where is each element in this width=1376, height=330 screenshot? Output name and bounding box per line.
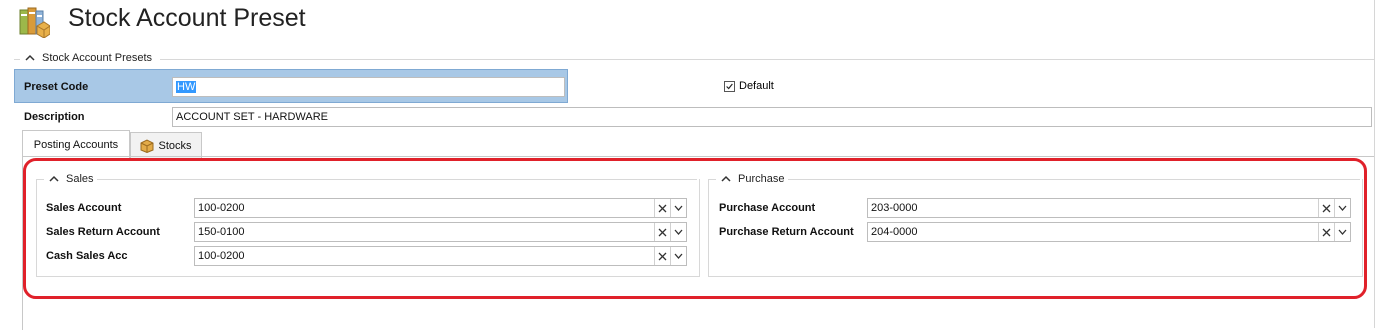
preset-code-input[interactable]: HW — [172, 77, 565, 97]
tab-stocks-label: Stocks — [158, 139, 192, 152]
tab-posting-accounts-label: Posting Accounts — [33, 138, 119, 151]
presets-group-header[interactable]: Stock Account Presets — [24, 52, 152, 64]
group-divider — [14, 59, 20, 60]
default-checkbox[interactable] — [724, 80, 735, 92]
preset-code-label: Preset Code — [24, 81, 89, 93]
group-divider — [160, 59, 1374, 60]
presets-group-label: Stock Account Presets — [42, 52, 153, 64]
description-label: Description — [24, 111, 85, 123]
tab-stocks[interactable]: Stocks — [130, 132, 202, 158]
preset-code-value: HW — [176, 81, 197, 93]
stock-folders-icon — [19, 7, 50, 38]
default-label: Default — [739, 80, 774, 92]
package-icon — [140, 138, 154, 153]
description-value: ACCOUNT SET - HARDWARE — [176, 111, 328, 123]
page-title: Stock Account Preset — [68, 4, 306, 32]
description-input[interactable]: ACCOUNT SET - HARDWARE — [172, 107, 1372, 127]
highlight-outline — [23, 158, 1367, 299]
collapse-chevron-icon[interactable] — [24, 53, 36, 63]
tab-posting-accounts[interactable]: Posting Accounts — [22, 130, 130, 158]
default-checkbox-row[interactable]: Default — [724, 80, 774, 92]
